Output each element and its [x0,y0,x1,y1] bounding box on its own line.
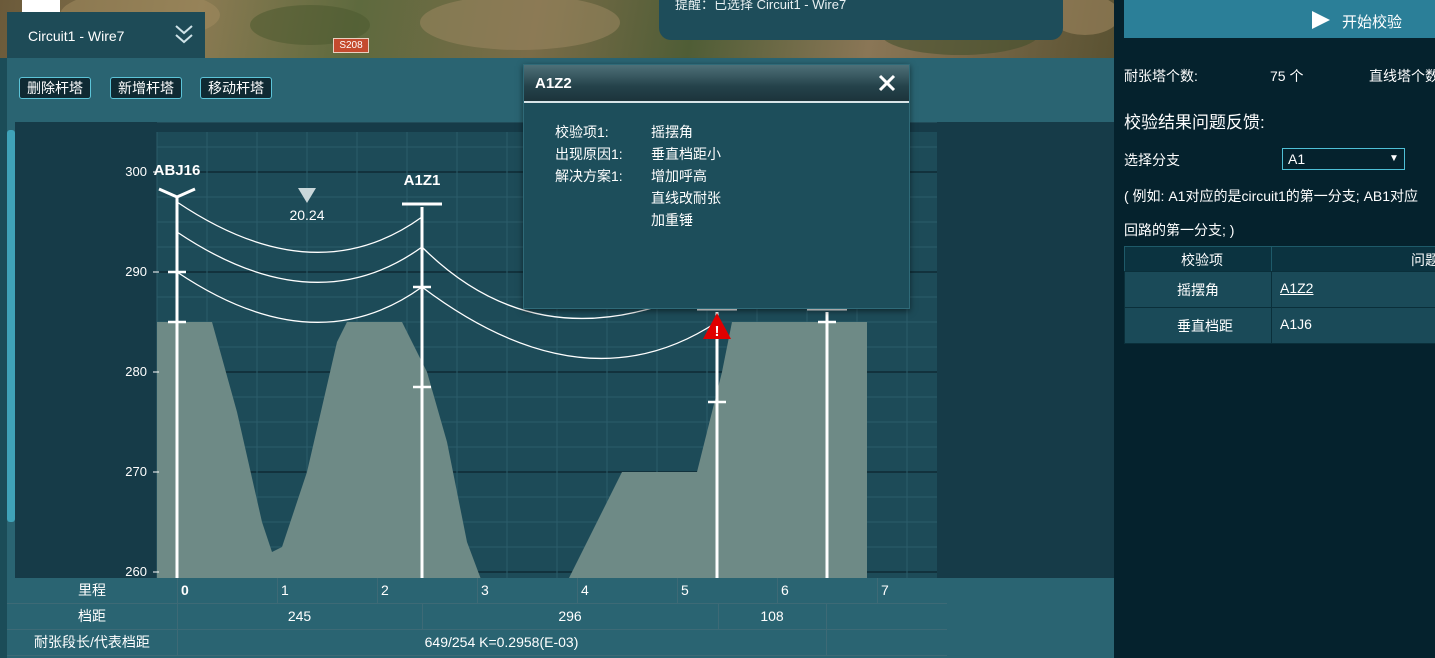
span-value: 108 [760,608,784,624]
chevron-down-icon[interactable] [173,22,195,48]
span-value: 245 [287,608,312,624]
popup-row-key: 解决方案1: [555,168,623,184]
warning-icon-glyph: ! [715,323,720,340]
branch-label: 选择分支 [1124,152,1180,168]
sag-value-label: 20.24 [289,207,324,223]
add-tower-button[interactable]: 新增杆塔 [110,77,182,99]
tower-label: A1Z1 [404,172,441,189]
tower-label: ABJ16 [154,162,201,179]
mileage-tick: 5 [681,582,689,598]
y-tick-label: 280 [125,364,147,379]
mileage-tick: 2 [381,582,389,598]
mileage-tick: 6 [781,582,789,598]
tick-line [377,578,378,603]
popup-row-value: 垂直档距小 [651,146,721,162]
circuit-selector[interactable]: Circuit1 - Wire7 [7,12,205,58]
start-check-button[interactable]: 开始校验 [1124,0,1435,38]
feedback-title: 校验结果问题反馈: [1124,113,1265,132]
hint-text: 提醒：已选择 Circuit1 - Wire7 [675,0,847,12]
span-value: 296 [558,608,582,624]
branch-value: A1 [1288,151,1306,167]
result-row[interactable]: 摇摆角 A1Z2 [1124,271,1435,308]
result-item: 摇摆角 [1177,282,1219,298]
span-table: 里程 0 1 2 3 4 5 6 7 档距 245 296 108 耐张段长/代表档距 649… [7,578,947,658]
tick-line [177,578,178,603]
delete-tower-button[interactable]: 删除杆塔 [19,77,91,99]
tick-line [677,578,678,603]
right-panel: 开始校验 耐张塔个数: 75 个 直线塔个数 校验结果问题反馈: 选择分支 A1… [1114,0,1435,658]
popup-title: A1Z2 [535,75,572,92]
popup-row-value: 加重锤 [651,212,693,228]
example-note-line2: 回路的第一分支; ) [1124,222,1235,238]
circuit-title: Circuit1 - Wire7 [28,28,125,44]
tick-line [477,578,478,603]
mileage-row: 里程 0 1 2 3 4 5 6 7 [7,578,947,604]
popup-row-key: 校验项1: [555,124,609,140]
section-value: 649/254 K=0.2958(E-03) [424,634,579,650]
result-table-header: 校验项 问题 [1124,246,1435,272]
y-tick-label: 300 [125,164,147,179]
section-label: 耐张段长/代表档距 [34,634,150,650]
span-label: 档距 [78,608,106,624]
left-edge [0,58,7,658]
popup-header: A1Z2 [524,65,909,103]
tension-count-value: 75 个 [1270,68,1304,84]
span-row: 档距 245 296 108 [7,604,947,630]
tension-count-label: 耐张塔个数: [1124,68,1198,84]
result-item: 垂直档距 [1177,318,1233,334]
mileage-tick: 1 [281,582,289,598]
mileage-tick: 7 [881,582,889,598]
logo [22,0,60,12]
tick-line [577,578,578,603]
popup-row-key: 出现原因1: [555,146,623,162]
mileage-tick: 3 [481,582,489,598]
column-header-issue: 问题 [1411,252,1435,268]
popup-row-value: 摇摆角 [651,124,693,140]
section-row: 耐张段长/代表档距 649/254 K=0.2958(E-03) [7,630,947,656]
straight-count-label: 直线塔个数 [1369,68,1435,84]
check-detail-popup: A1Z2 校验项1: 摇摆角出现原因1: 垂直档距小解决方案1: 增加呼高直线改耐张加… [523,64,910,309]
mileage-label: 里程 [78,582,106,598]
y-tick-label: 260 [125,564,147,578]
vertical-scrollbar[interactable] [7,130,15,522]
mileage-tick: 4 [581,582,589,598]
y-tick-label: 290 [125,264,147,279]
result-issue: A1J6 [1280,316,1312,332]
move-tower-button[interactable]: 移动杆塔 [200,77,272,99]
result-row[interactable]: 垂直档距 A1J6 [1124,307,1435,344]
popup-row-value: 直线改耐张 [651,190,721,206]
popup-row-value: 增加呼高 [651,168,707,184]
close-icon[interactable] [876,72,898,94]
result-issue-link[interactable]: A1Z2 [1280,280,1313,296]
play-icon [1312,11,1330,29]
road-badge: S208 [333,38,369,53]
y-tick-label: 270 [125,464,147,479]
column-header-item: 校验项 [1181,252,1223,268]
tick-line [277,578,278,603]
tick-line [777,578,778,603]
caret-down-icon: ▼ [1389,153,1399,164]
hint-panel: 提醒：已选择 Circuit1 - Wire7 [659,0,1063,40]
branch-select[interactable]: A1 ▼ [1282,148,1405,170]
tick-line [877,578,878,603]
start-check-label: 开始校验 [1342,14,1403,31]
example-note-line1: ( 例如: A1对应的是circuit1的第一分支; AB1对应 [1124,188,1419,204]
mileage-tick: 0 [181,582,189,598]
